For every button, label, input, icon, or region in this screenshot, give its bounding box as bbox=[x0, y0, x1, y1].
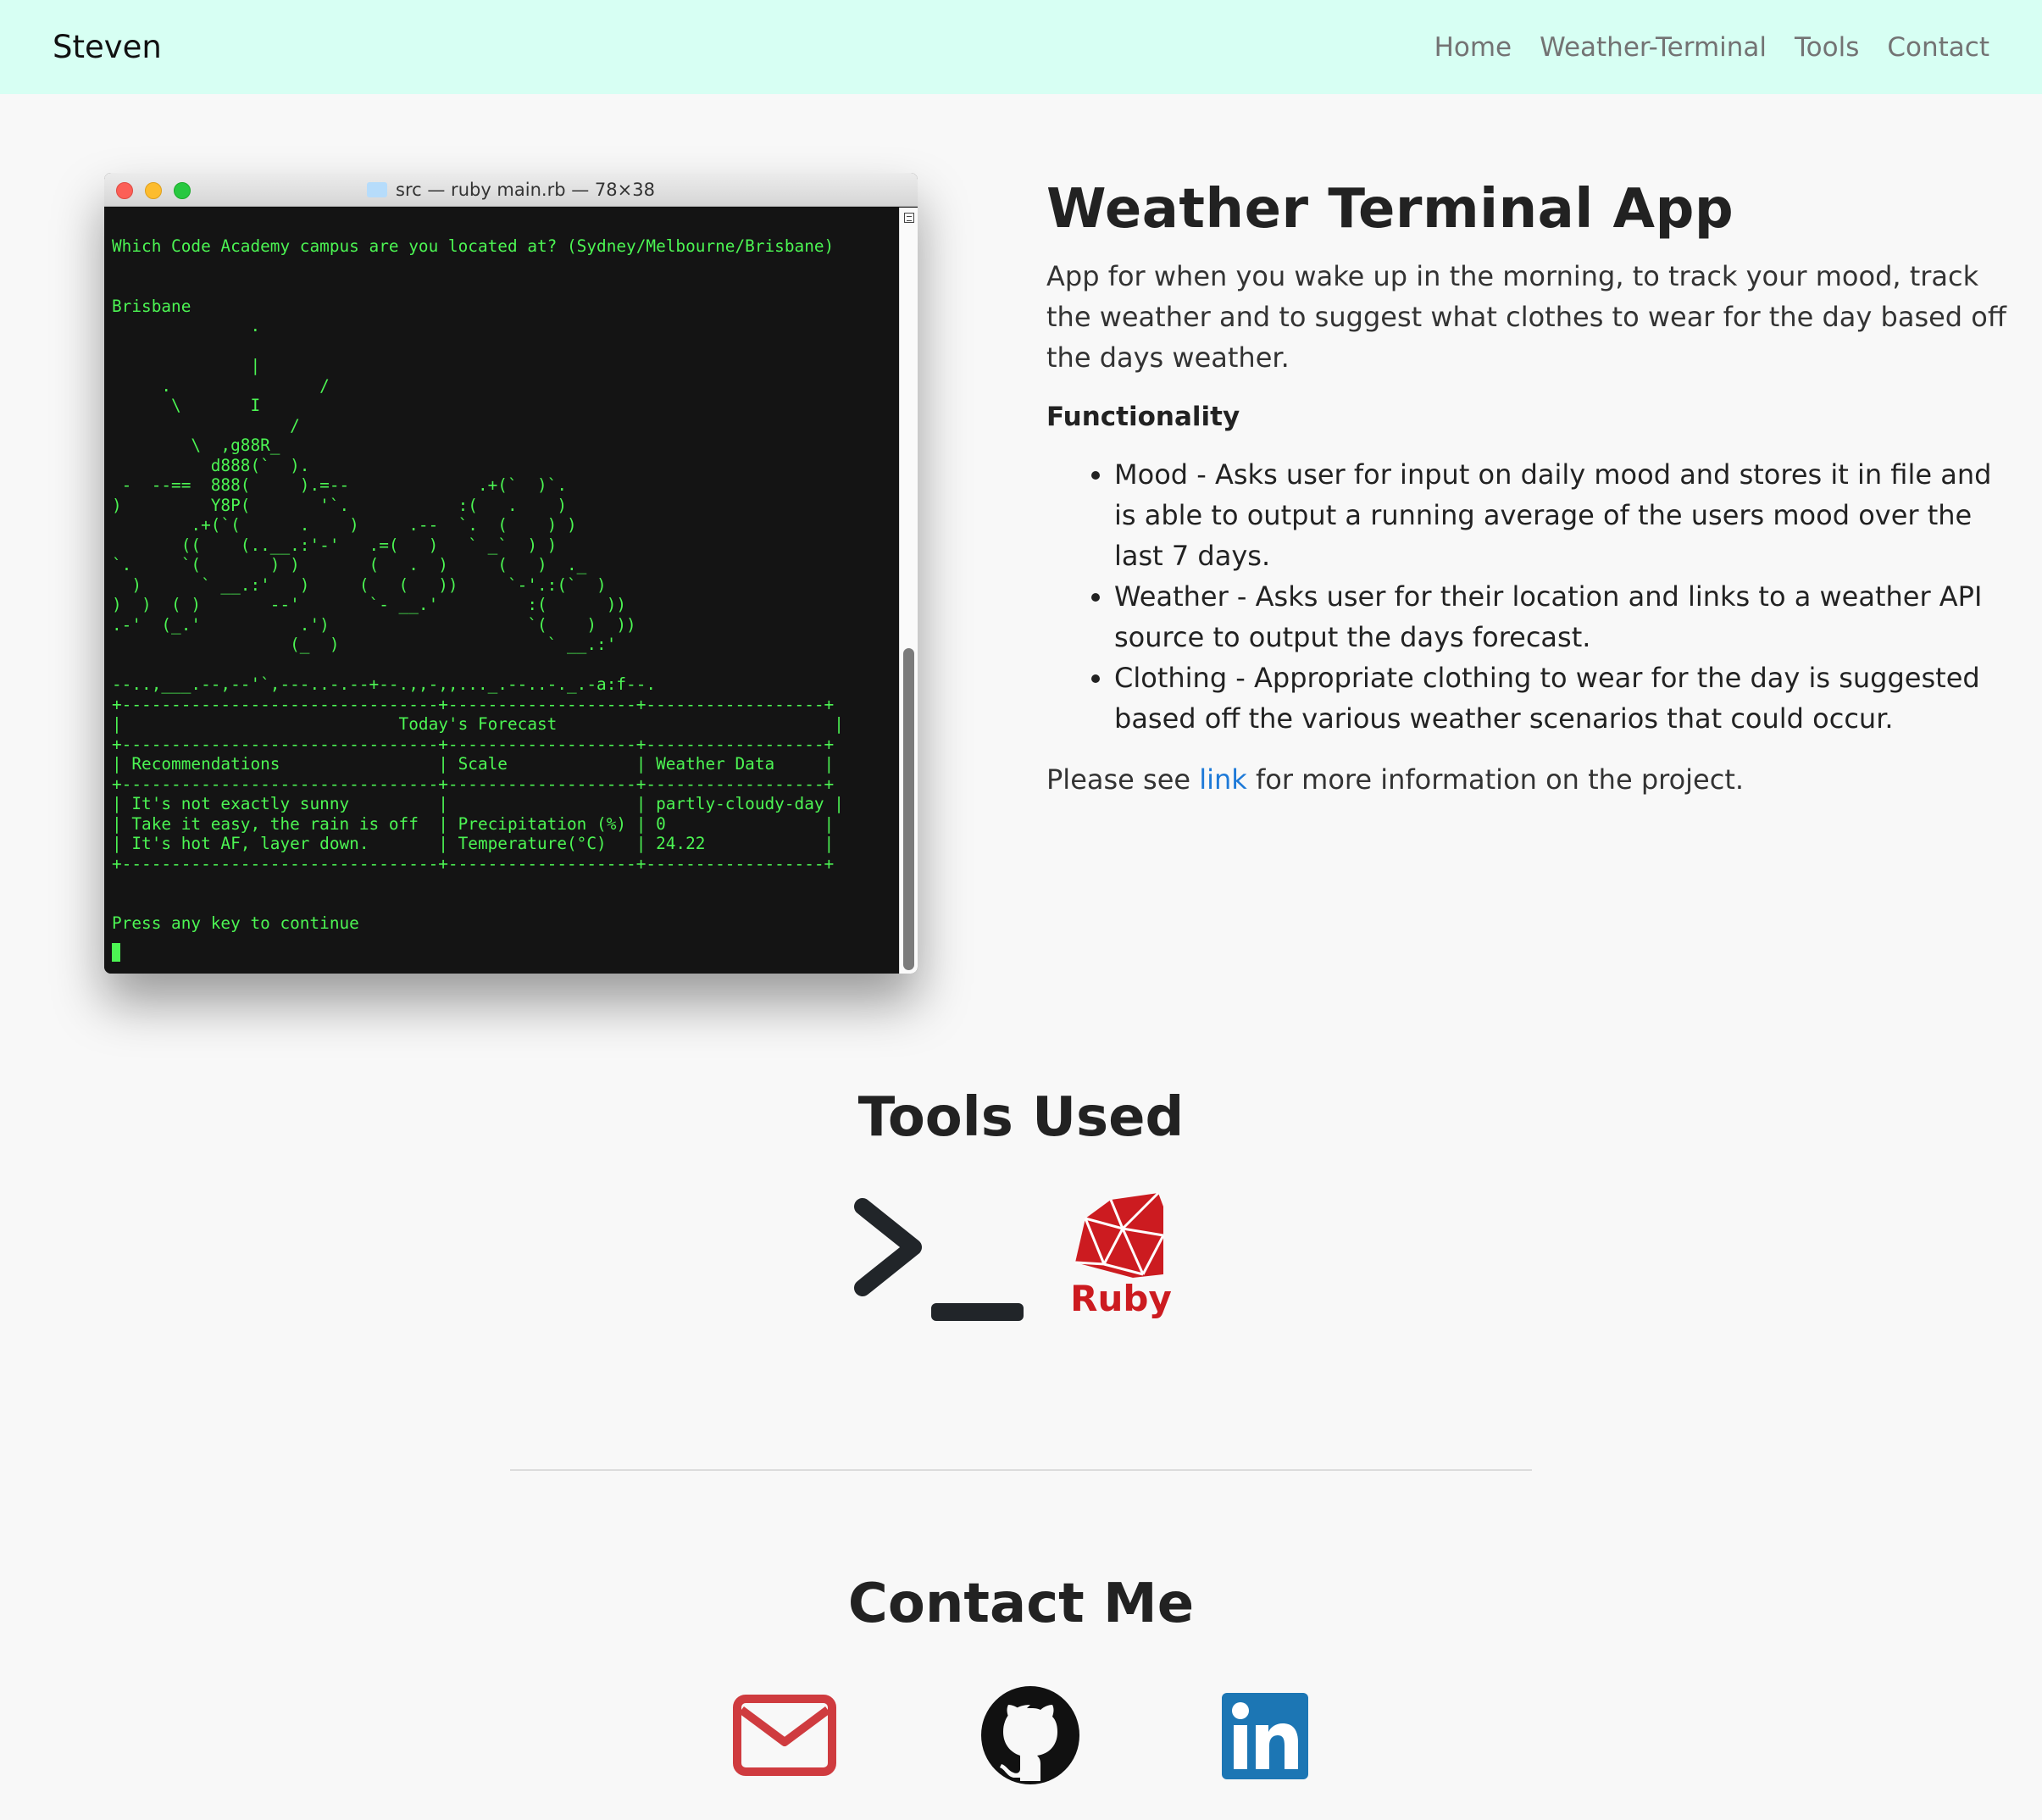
maximize-icon bbox=[174, 182, 191, 199]
nav-home[interactable]: Home bbox=[1434, 32, 1512, 63]
nav-tools[interactable]: Tools bbox=[1795, 32, 1859, 63]
nav-contact[interactable]: Contact bbox=[1887, 32, 1989, 63]
project-link[interactable]: link bbox=[1199, 763, 1247, 796]
project-description: App for when you wake up in the morning,… bbox=[1046, 260, 2006, 374]
tools-icons: Ruby bbox=[847, 1190, 1186, 1334]
tools-title: Tools Used bbox=[857, 1086, 1185, 1149]
terminal-icon bbox=[854, 1198, 1024, 1321]
contact-title: Contact Me bbox=[847, 1573, 1195, 1635]
project-title: Weather Terminal App bbox=[1046, 178, 1734, 241]
terminal-output: Which Code Academy campus are you locate… bbox=[112, 236, 844, 933]
project-info: Weather Terminal App App for when you wa… bbox=[1046, 178, 2012, 800]
functionality-heading: Functionality bbox=[1046, 402, 1240, 432]
terminal-cursor bbox=[112, 943, 120, 962]
terminal-screenshot: src — ruby main.rb — 78×38 Which Code Ac… bbox=[104, 173, 918, 974]
github-icon[interactable] bbox=[979, 1684, 1081, 1786]
feature-clothing: Clothing - Appropriate clothing to wear … bbox=[1114, 658, 2012, 739]
contact-icons bbox=[0, 1684, 2042, 1786]
terminal-scrollbar bbox=[899, 208, 918, 974]
terminal-body: Which Code Academy campus are you locate… bbox=[104, 208, 899, 974]
terminal-title: src — ruby main.rb — 78×38 bbox=[396, 179, 655, 200]
minimize-icon bbox=[145, 182, 162, 199]
nav-weather-terminal[interactable]: Weather-Terminal bbox=[1540, 32, 1767, 63]
scroll-menu-icon bbox=[904, 213, 914, 223]
feature-list: Mood - Asks user for input on daily mood… bbox=[1046, 454, 2012, 739]
folder-icon bbox=[367, 181, 388, 197]
linkedin-icon[interactable] bbox=[1222, 1693, 1308, 1779]
terminal-titlebar: src — ruby main.rb — 78×38 bbox=[104, 173, 918, 207]
ruby-icon: Ruby bbox=[1070, 1190, 1177, 1334]
more-info: Please see link for more information on … bbox=[1046, 763, 1745, 796]
ruby-label: Ruby bbox=[1070, 1278, 1172, 1319]
close-icon bbox=[116, 182, 133, 199]
navbar: Steven Home Weather-Terminal Tools Conta… bbox=[0, 0, 2042, 94]
nav-links: Home Weather-Terminal Tools Contact bbox=[1434, 32, 1989, 63]
brand-link[interactable]: Steven bbox=[53, 29, 162, 65]
feature-mood: Mood - Asks user for input on daily mood… bbox=[1114, 454, 2012, 576]
scroll-thumb bbox=[903, 648, 914, 970]
window-controls bbox=[116, 182, 191, 199]
feature-weather: Weather - Asks user for their location a… bbox=[1114, 576, 2012, 658]
section-divider bbox=[510, 1469, 1532, 1471]
email-icon[interactable] bbox=[733, 1695, 836, 1776]
